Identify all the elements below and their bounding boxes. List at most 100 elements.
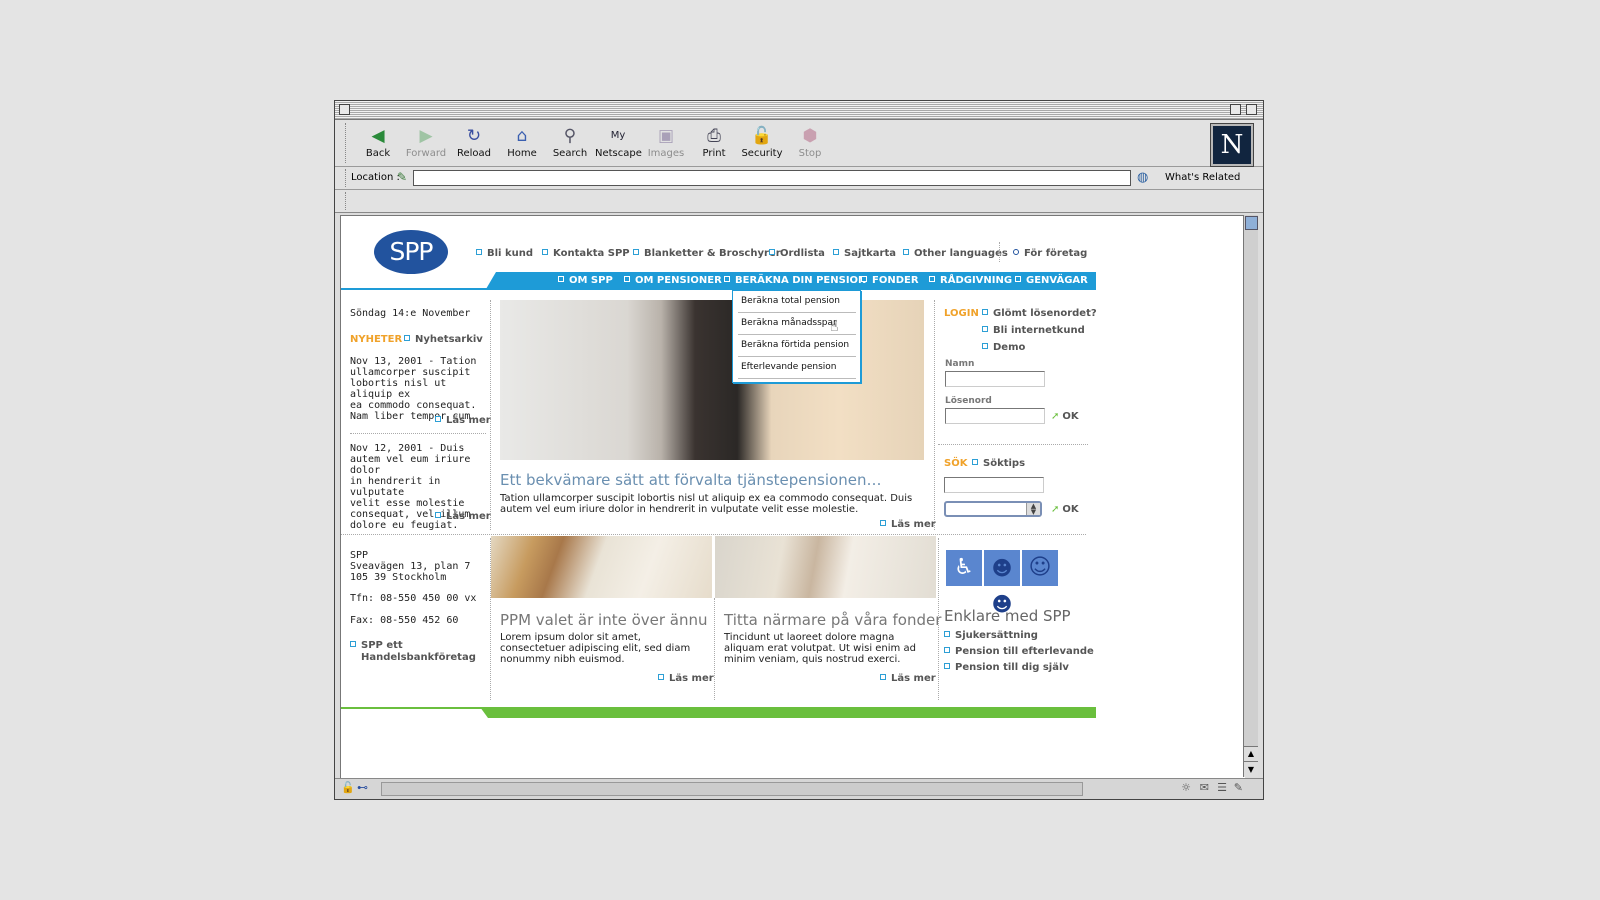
handelsbanken-link[interactable]: SPP ett Handelsbankföretag <box>350 640 476 664</box>
page-proxy-icon[interactable]: ✎ <box>397 170 407 184</box>
dropdown-item-manadsspar[interactable]: Beräkna månadsspar <box>741 318 837 328</box>
search-button[interactable]: ⚲ Search <box>547 126 593 159</box>
berakna-dropdown-menu: Beräkna total pension Beräkna månadsspar… <box>732 290 861 383</box>
forward-button[interactable]: ▶ Forward <box>403 126 449 159</box>
ppm-title[interactable]: PPM valet är inte över ännu <box>500 611 708 629</box>
sjukersattning-link[interactable]: Sjukersättning <box>944 630 1038 641</box>
radio-dot-icon <box>1013 249 1019 255</box>
print-button[interactable]: ⎙ Print <box>691 126 737 159</box>
scroll-up-arrow-icon[interactable]: ▲ <box>1244 746 1258 761</box>
phone-text: Tfn: 08-550 450 00 vx <box>350 593 477 604</box>
navigator-component-icon[interactable]: ☼ <box>1181 781 1191 794</box>
dropdown-item-fortida[interactable]: Beräkna förtida pension <box>741 340 849 350</box>
security-status-icon[interactable]: 🔓 <box>341 781 355 794</box>
web-content: SPP Bli kund Kontakta SPP Blanketter & B… <box>340 215 1245 778</box>
become-internet-customer-link[interactable]: Bli internetkund <box>982 325 1085 336</box>
collapse-box[interactable] <box>1246 104 1257 115</box>
top-link-sajtkarta[interactable]: Sajtkarta <box>833 248 896 259</box>
top-link-bli-kund[interactable]: Bli kund <box>476 248 533 259</box>
spp-logo[interactable]: SPP <box>374 230 448 274</box>
title-bar[interactable] <box>335 101 1263 120</box>
fonder-title[interactable]: Titta närmare på våra fonder <box>724 611 941 629</box>
bottom-divider-2 <box>714 598 715 700</box>
news-archive-link[interactable]: Nyhetsarkiv <box>404 334 483 345</box>
password-input[interactable] <box>945 408 1045 424</box>
news-component-icon[interactable]: ☰ <box>1217 781 1227 794</box>
scroll-thumb[interactable] <box>1245 216 1258 230</box>
netscape-logo[interactable]: N <box>1210 123 1254 167</box>
fonder-read-more[interactable]: Läs mer <box>880 673 936 684</box>
search-ok-button[interactable]: ➚ OK <box>1051 504 1079 515</box>
dropdown-separator <box>738 378 856 379</box>
scroll-down-arrow-icon[interactable]: ▼ <box>1244 761 1258 777</box>
login-ok-button[interactable]: ➚ OK <box>1051 411 1079 422</box>
mail-component-icon[interactable]: ✉ <box>1200 781 1209 794</box>
stop-button[interactable]: ⬢ Stop <box>787 126 833 159</box>
nav-berakna-din-pension[interactable]: BERÄKNA DIN PENSION <box>724 275 866 286</box>
personal-grip[interactable] <box>337 192 346 210</box>
images-button[interactable]: ▣ Images <box>643 126 689 159</box>
password-label: Lösenord <box>945 396 992 406</box>
arrow-icon: ➚ <box>1051 411 1060 422</box>
left-col-divider <box>490 300 491 530</box>
browser-window: ◀ Back ▶ Forward ↻ Reload ⌂ Home ⚲ Searc… <box>334 100 1264 800</box>
nav-fonder[interactable]: FONDER <box>861 275 919 286</box>
whats-related-button[interactable]: What's Related <box>1165 172 1240 183</box>
zoom-box[interactable] <box>1230 104 1241 115</box>
home-icon: ⌂ <box>516 126 528 146</box>
online-status-icon[interactable]: ⊷ <box>357 781 368 794</box>
top-link-kontakta[interactable]: Kontakta SPP <box>542 248 630 259</box>
dropdown-separator <box>738 312 856 313</box>
pension-till-dig-link[interactable]: Pension till dig själv <box>944 662 1069 673</box>
location-input[interactable] <box>413 170 1131 186</box>
toolbar-grip[interactable] <box>337 123 346 163</box>
top-link-other-languages[interactable]: Other languages <box>903 248 1008 259</box>
location-grip[interactable] <box>337 169 346 187</box>
composer-component-icon[interactable]: ✎ <box>1234 781 1243 794</box>
hero-text: Tation ullamcorper suscipit lobortis nis… <box>500 493 913 515</box>
select-arrows-icon: ▲ ▼ <box>1026 503 1040 516</box>
name-input[interactable] <box>945 371 1045 387</box>
bottom-divider-3 <box>938 538 939 700</box>
netscape-button[interactable]: My Netscape <box>595 126 642 159</box>
nav-genvagar[interactable]: GENVÄGAR <box>1015 275 1088 286</box>
vertical-scrollbar[interactable]: ▲ ▼ <box>1243 215 1258 777</box>
personal-toolbar <box>335 190 1263 213</box>
news-item-1: Nov 13, 2001 - Tation ullamcorper suscipi… <box>350 356 477 422</box>
home-button[interactable]: ⌂ Home <box>499 126 545 159</box>
news-2-read-more[interactable]: Läs mer <box>435 511 491 522</box>
ppm-read-more[interactable]: Läs mer <box>658 673 714 684</box>
forgot-password-link[interactable]: Glömt lösenordet? <box>982 308 1097 319</box>
family-icon[interactable]: ☻☻ <box>984 550 1020 616</box>
nav-radgivning[interactable]: RÅDGIVNING <box>929 275 1012 286</box>
navigation-toolbar: ◀ Back ▶ Forward ↻ Reload ⌂ Home ⚲ Searc… <box>335 120 1263 167</box>
stop-icon: ⬢ <box>802 126 818 146</box>
name-label: Namn <box>945 359 975 369</box>
fax-text: Fax: 08-550 452 60 <box>350 615 459 626</box>
nav-om-pensioner[interactable]: OM PENSIONER <box>624 275 722 286</box>
middle-divider <box>341 534 1086 535</box>
top-link-blanketter[interactable]: Blanketter & Broschyrer <box>633 248 781 259</box>
login-divider <box>938 444 1088 445</box>
search-tips-link[interactable]: Söktips <box>972 458 1025 469</box>
search-select[interactable]: ▲ ▼ <box>944 501 1042 517</box>
hero-read-more[interactable]: Läs mer <box>880 519 936 530</box>
search-input[interactable] <box>944 477 1044 493</box>
print-icon: ⎙ <box>707 126 721 146</box>
security-button[interactable]: 🔓 Security <box>739 126 785 159</box>
news-1-read-more[interactable]: Läs mer <box>435 415 491 426</box>
relaxing-person-icon[interactable]: ☺ <box>1022 550 1058 586</box>
reload-button[interactable]: ↻ Reload <box>451 126 497 159</box>
demo-link[interactable]: Demo <box>982 342 1025 353</box>
close-box[interactable] <box>339 104 350 115</box>
dropdown-item-total[interactable]: Beräkna total pension <box>741 296 840 306</box>
nav-om-spp[interactable]: OM SPP <box>558 275 613 286</box>
hero-title[interactable]: Ett bekvämare sätt att förvalta tjänstep… <box>500 471 881 489</box>
pension-efterlevande-link[interactable]: Pension till efterlevande <box>944 646 1094 657</box>
address-block: SPP Sveavägen 13, plan 7 105 39 Stockholm <box>350 550 471 583</box>
top-link-ordlista[interactable]: Ordlista <box>769 248 825 259</box>
wheelchair-icon[interactable]: ♿ <box>946 550 982 586</box>
for-foretag-link[interactable]: För företag <box>1013 248 1087 259</box>
back-button[interactable]: ◀ Back <box>355 126 401 159</box>
dropdown-item-efterlevande[interactable]: Efterlevande pension <box>741 362 837 372</box>
